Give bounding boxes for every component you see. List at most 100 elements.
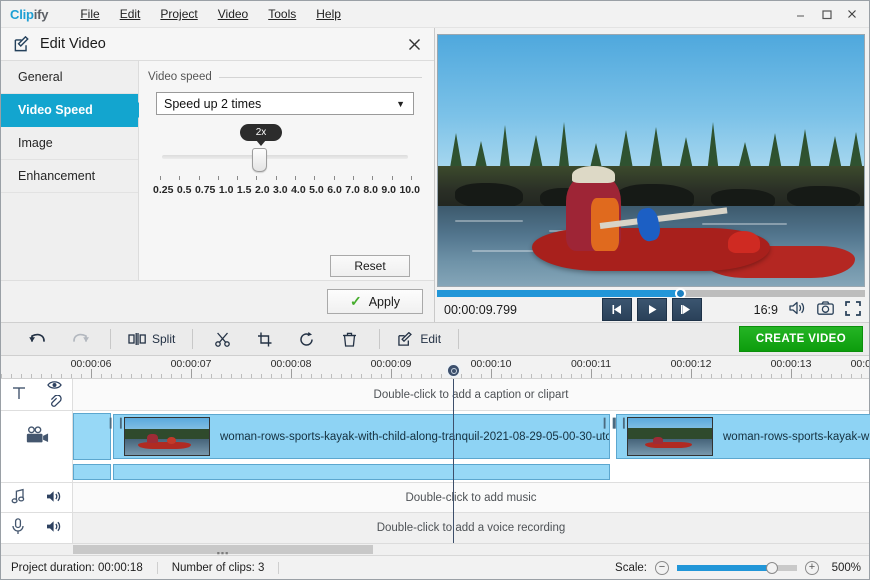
timeline-hscrollbar-thumb[interactable]: ▪▪▪ bbox=[73, 545, 373, 558]
dialog-tab-enhancement[interactable]: Enhancement bbox=[1, 160, 138, 193]
speed-slider-tick-labels: 0.25 0.5 0.75 1.0 1.5 2.0 3.0 4.0 5.0 6.… bbox=[153, 184, 420, 196]
reset-button[interactable]: Reset bbox=[330, 255, 410, 277]
previous-frame-button[interactable] bbox=[602, 298, 632, 321]
tick-mark bbox=[160, 176, 161, 180]
ruler-minor-tick bbox=[31, 374, 32, 378]
preview-seek-bar[interactable] bbox=[437, 288, 865, 299]
clip-audio-strip[interactable] bbox=[113, 464, 610, 480]
zoom-out-button[interactable]: − bbox=[655, 560, 669, 575]
tick-label: 10.0 bbox=[399, 184, 420, 196]
timeline-clip-1[interactable]: ❙❙ ❙❙ woman-rows-sports-kayak-with-child… bbox=[106, 414, 619, 460]
text-icon[interactable] bbox=[11, 385, 27, 404]
maximize-icon[interactable] bbox=[813, 3, 839, 25]
clip-handle-left[interactable]: ❙❙ bbox=[106, 418, 125, 430]
create-video-button[interactable]: CREATE VIDEO bbox=[739, 326, 863, 352]
caption-track-header bbox=[1, 379, 73, 410]
tick-mark bbox=[237, 176, 239, 180]
delete-button[interactable] bbox=[328, 326, 370, 352]
caption-track-body[interactable]: Double-click to add a caption or clipart bbox=[73, 379, 869, 410]
edit-button[interactable]: Edit bbox=[389, 326, 449, 352]
top-section: Edit Video General Video Speed Image Enh… bbox=[1, 28, 869, 322]
speed-slider-track[interactable] bbox=[162, 155, 408, 159]
tick-label: 0.25 bbox=[153, 184, 174, 196]
preview-seek-fill bbox=[437, 290, 681, 297]
link-icon[interactable] bbox=[48, 394, 62, 410]
tick-label: 0.75 bbox=[194, 184, 216, 196]
music-note-icon[interactable] bbox=[11, 488, 26, 507]
play-button[interactable] bbox=[637, 298, 667, 321]
video-track-body[interactable]: ❙❙ ❙❙ woman-rows-sports-kayak-with-child… bbox=[73, 411, 870, 463]
editing-toolbar: Split Edit CREATE VIDEO bbox=[1, 322, 869, 356]
menu-help-label: Help bbox=[316, 7, 341, 21]
project-duration-value: 00:00:18 bbox=[97, 561, 143, 574]
camera-icon[interactable] bbox=[25, 425, 49, 448]
window-controls bbox=[787, 1, 865, 27]
ruler-major-tick bbox=[591, 369, 592, 378]
speaker-icon[interactable] bbox=[46, 520, 62, 536]
dialog-tab-image[interactable]: Image bbox=[1, 127, 138, 160]
menu-file-label: File bbox=[80, 7, 100, 21]
volume-icon[interactable] bbox=[789, 301, 806, 318]
ruler-minor-tick bbox=[741, 374, 742, 378]
title-bar: Clipify File Edit Project Video Tools He… bbox=[1, 1, 869, 28]
clip-handle-right[interactable]: ❙❙ bbox=[600, 418, 619, 430]
dialog-close-icon[interactable] bbox=[404, 34, 424, 54]
menu-project[interactable]: Project bbox=[150, 5, 207, 23]
minimize-icon[interactable] bbox=[787, 3, 813, 25]
ruler-minor-tick bbox=[581, 374, 582, 378]
ruler-minor-tick bbox=[351, 374, 352, 378]
scrollbar-grip-icon: ▪▪▪ bbox=[216, 548, 230, 558]
menu-video[interactable]: Video bbox=[208, 5, 258, 23]
apply-button-label: Apply bbox=[368, 294, 400, 309]
tick-mark bbox=[217, 176, 219, 180]
rotate-button[interactable] bbox=[286, 326, 328, 352]
video-preview[interactable] bbox=[437, 34, 865, 287]
split-button[interactable]: Split bbox=[120, 326, 183, 352]
crop-button[interactable] bbox=[244, 326, 286, 352]
music-track-body[interactable]: Double-click to add music bbox=[73, 482, 869, 513]
clip-handle-left[interactable]: ❙❙ bbox=[609, 418, 628, 430]
dialog-tab-video-speed[interactable]: Video Speed bbox=[1, 94, 146, 127]
ruler-minor-tick bbox=[801, 374, 802, 378]
menu-help[interactable]: Help bbox=[306, 5, 351, 23]
playhead[interactable] bbox=[446, 363, 461, 543]
timeline-hscrollbar[interactable]: ▪▪▪ bbox=[1, 543, 869, 558]
speed-preset-value: Speed up 2 times bbox=[164, 96, 262, 111]
voice-track-body[interactable]: Double-click to add a voice recording bbox=[73, 513, 869, 544]
dialog-tab-general[interactable]: General bbox=[1, 61, 138, 94]
speed-value-bubble: 2x bbox=[240, 124, 282, 146]
snapshot-icon[interactable] bbox=[817, 301, 834, 318]
scale-slider-knob[interactable] bbox=[765, 561, 778, 574]
preview-shoreline bbox=[438, 165, 864, 211]
speaker-icon[interactable] bbox=[46, 490, 62, 506]
speed-slider-thumb[interactable] bbox=[252, 148, 267, 172]
cut-button[interactable] bbox=[202, 326, 244, 352]
microphone-icon[interactable] bbox=[11, 518, 25, 538]
menu-tools[interactable]: Tools bbox=[258, 5, 306, 23]
playhead-knob[interactable] bbox=[446, 363, 461, 378]
timeline-clip-2[interactable]: ❙❙ woman-rows-sports-kayak-with-child- bbox=[609, 414, 870, 460]
ruler-minor-tick bbox=[721, 374, 722, 378]
menu-file[interactable]: File bbox=[70, 5, 109, 23]
eye-icon[interactable] bbox=[47, 379, 62, 393]
redo-button[interactable] bbox=[59, 326, 101, 352]
video-track-secondary-body[interactable] bbox=[73, 462, 869, 482]
scale-slider[interactable] bbox=[677, 561, 797, 574]
ruler-minor-tick bbox=[11, 374, 12, 378]
clip-count-label: Number of clips: bbox=[171, 561, 255, 574]
video-speed-group-label: Video speed bbox=[148, 71, 212, 83]
ruler-minor-tick bbox=[241, 374, 242, 378]
undo-button[interactable] bbox=[17, 326, 59, 352]
clip-audio-lead[interactable] bbox=[73, 464, 111, 480]
zoom-in-button[interactable]: + bbox=[805, 560, 819, 575]
apply-button[interactable]: ✓ Apply bbox=[327, 289, 423, 314]
tick-mark bbox=[333, 176, 335, 180]
fullscreen-icon[interactable] bbox=[845, 300, 861, 319]
close-icon[interactable] bbox=[839, 3, 865, 25]
video-track: ❙❙ ❙❙ woman-rows-sports-kayak-with-child… bbox=[1, 411, 870, 463]
ruler-major-tick bbox=[791, 369, 792, 378]
speed-preset-dropdown[interactable]: Speed up 2 times ▼ bbox=[156, 92, 414, 115]
timeline-ruler[interactable]: 00:00:06 00:00:07 00:00:08 00:00:09 00:0… bbox=[1, 356, 869, 379]
next-frame-button[interactable] bbox=[672, 298, 702, 321]
menu-edit[interactable]: Edit bbox=[110, 5, 151, 23]
